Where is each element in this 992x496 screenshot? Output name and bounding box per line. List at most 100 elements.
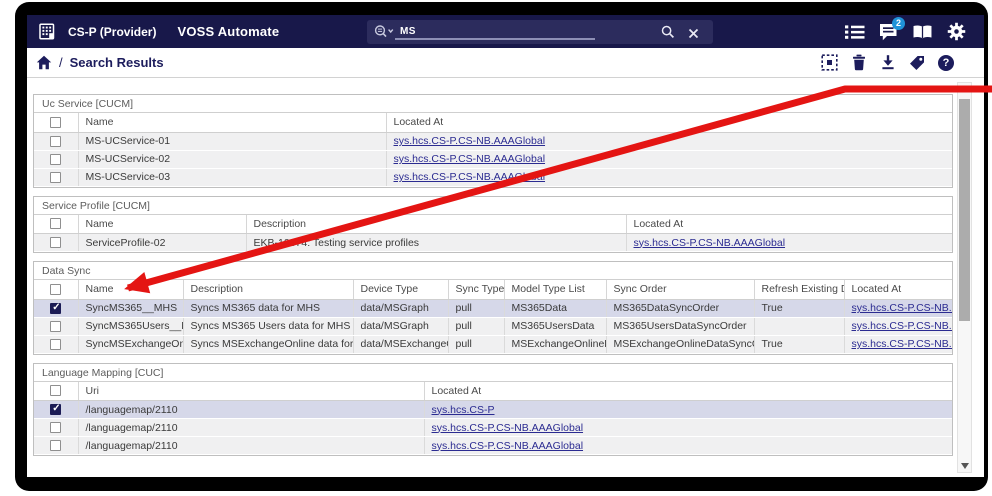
- row-checkbox[interactable]: [50, 422, 61, 433]
- organization-building-icon[interactable]: [39, 23, 59, 40]
- panel-title: Uc Service [CUCM]: [34, 95, 952, 113]
- column-header: Model Type List: [504, 280, 606, 299]
- panel-uc-service: Uc Service [CUCM] Name Located At MS-UCS…: [33, 94, 953, 188]
- panel-title: Language Mapping [CUC]: [34, 364, 952, 382]
- scrollbar-down-arrow-icon[interactable]: [961, 463, 969, 469]
- column-header: Name: [78, 215, 246, 234]
- row-checkbox[interactable]: [50, 136, 61, 147]
- delete-trash-icon[interactable]: [851, 54, 867, 71]
- column-header: Located At: [844, 280, 952, 299]
- vertical-scrollbar[interactable]: [957, 82, 972, 473]
- breadcrumb-separator: /: [59, 55, 63, 70]
- column-header: Description: [183, 280, 353, 299]
- search-results-content: Uc Service [CUCM] Name Located At MS-UCS…: [27, 78, 984, 477]
- table-row: MS-UCService-02 sys.hcs.CS-P.CS-NB.AAAGl…: [34, 150, 952, 168]
- row-checkbox[interactable]: [50, 237, 61, 248]
- row-checkbox[interactable]: [50, 154, 61, 165]
- select-all-checkbox[interactable]: [50, 218, 61, 229]
- cell-name: MS-UCService-01: [78, 132, 386, 150]
- column-header: Located At: [386, 113, 952, 132]
- clear-search-icon[interactable]: [688, 26, 699, 44]
- cell-sync-type: pull: [448, 317, 504, 335]
- cell-device-type: data/MSGraph: [353, 299, 448, 317]
- help-icon[interactable]: ?: [938, 55, 954, 71]
- located-at-link[interactable]: sys.hcs.CS-P.CS-NB.MHS: [852, 320, 953, 332]
- panel-language-mapping: Language Mapping [CUC] Uri Located At /l…: [33, 363, 953, 457]
- located-at-link[interactable]: sys.hcs.CS-P.CS-NB.AAAGlobal: [394, 153, 546, 165]
- panel-title: Data Sync: [34, 262, 952, 280]
- cell-name: SyncMS365__MHS: [78, 299, 183, 317]
- product-title: VOSS Automate: [177, 24, 279, 39]
- task-list-icon[interactable]: [845, 24, 865, 40]
- header-row: Name Located At: [34, 113, 952, 132]
- home-icon[interactable]: [36, 55, 52, 70]
- row-checkbox[interactable]: [50, 321, 61, 332]
- column-header: Uri: [78, 382, 424, 401]
- org-hierarchy-label[interactable]: CS-P (Provider): [68, 25, 156, 39]
- row-checkbox[interactable]: [50, 440, 61, 451]
- column-header: Device Type: [353, 280, 448, 299]
- page-title: Search Results: [70, 55, 164, 70]
- cell-name: ServiceProfile-02: [78, 234, 246, 252]
- cell-sync-order: MS365DataSyncOrder: [606, 299, 754, 317]
- cell-description: Syncs MSExchangeOnline data for MHS: [183, 335, 353, 353]
- table-row: MS-UCService-01 sys.hcs.CS-P.CS-NB.AAAGl…: [34, 132, 952, 150]
- header-row: Uri Located At: [34, 382, 952, 401]
- screenshot-stage: CS-P (Provider) VOSS Automate: [0, 0, 992, 496]
- column-header: Sync Type: [448, 280, 504, 299]
- table-row: /languagemap/2110 sys.hcs.CS-P.CS-NB.AAA…: [34, 419, 952, 437]
- located-at-link[interactable]: sys.hcs.CS-P.CS-NB.AAAGlobal: [634, 237, 786, 249]
- cell-name: MS-UCService-03: [78, 168, 386, 186]
- cell-description: Syncs MS365 Users data for MHS: [183, 317, 353, 335]
- cell-name: SyncMSExchangeOnline__MHS: [78, 335, 183, 353]
- located-at-link[interactable]: sys.hcs.CS-P.CS-NB.MHS: [852, 302, 953, 314]
- table-row: MS-UCService-03 sys.hcs.CS-P.CS-NB.AAAGl…: [34, 168, 952, 186]
- located-at-link[interactable]: sys.hcs.CS-P.CS-NB.MHS: [852, 338, 953, 350]
- panel-title: Service Profile [CUCM]: [34, 197, 952, 215]
- located-at-link[interactable]: sys.hcs.CS-P.CS-NB.AAAGlobal: [394, 171, 546, 183]
- located-at-link[interactable]: sys.hcs.CS-P.CS-NB.AAAGlobal: [432, 422, 584, 434]
- located-at-link[interactable]: sys.hcs.CS-P: [432, 404, 495, 416]
- column-header: Name: [78, 280, 183, 299]
- notification-count-badge: 2: [892, 17, 905, 30]
- global-search-box: [367, 20, 713, 44]
- select-all-checkbox[interactable]: [50, 284, 61, 295]
- search-scope-dropdown-icon[interactable]: [374, 24, 395, 40]
- cell-model-type-list: MS365UsersData: [504, 317, 606, 335]
- cell-sync-order: MSExchangeOnlineDataSyncOrder: [606, 335, 754, 353]
- panel-service-profile: Service Profile [CUCM] Name Description …: [33, 196, 953, 254]
- row-checkbox[interactable]: [50, 303, 61, 314]
- column-header: Name: [78, 113, 386, 132]
- documentation-book-icon[interactable]: [912, 24, 933, 40]
- cell-device-type: data/MSGraph: [353, 317, 448, 335]
- breadcrumb-toolbar: / Search Results: [27, 48, 984, 78]
- select-all-checkbox[interactable]: [50, 385, 61, 396]
- export-download-icon[interactable]: [880, 54, 896, 71]
- tag-icon[interactable]: [909, 55, 925, 71]
- settings-gear-icon[interactable]: [947, 22, 966, 41]
- table-row: SyncMSExchangeOnline__MHS Syncs MSExchan…: [34, 335, 952, 353]
- cell-model-type-list: MSExchangeOnlineData: [504, 335, 606, 353]
- select-all-icon[interactable]: [821, 54, 838, 71]
- cell-model-type-list: MS365Data: [504, 299, 606, 317]
- cell-description: EKB-10874: Testing service profiles: [246, 234, 626, 252]
- row-checkbox[interactable]: [50, 404, 61, 415]
- cell-uri: /languagemap/2110: [78, 437, 424, 455]
- scrollbar-thumb[interactable]: [959, 99, 970, 321]
- notifications-chat-icon[interactable]: 2: [879, 23, 898, 41]
- cell-description: Syncs MS365 data for MHS: [183, 299, 353, 317]
- cell-name: MS-UCService-02: [78, 150, 386, 168]
- located-at-link[interactable]: sys.hcs.CS-P.CS-NB.AAAGlobal: [394, 135, 546, 147]
- panel-data-sync: Data Sync Name Description Device Type S…: [33, 261, 953, 355]
- cell-refresh-existing: True: [754, 299, 844, 317]
- table-row: SyncMS365__MHS Syncs MS365 data for MHS …: [34, 299, 952, 317]
- search-icon[interactable]: [661, 25, 675, 44]
- header-row: Name Description Located At: [34, 215, 952, 234]
- row-checkbox[interactable]: [50, 172, 61, 183]
- select-all-checkbox[interactable]: [50, 117, 61, 128]
- column-header: Description: [246, 215, 626, 234]
- located-at-link[interactable]: sys.hcs.CS-P.CS-NB.AAAGlobal: [432, 440, 584, 452]
- cell-sync-order: MS365UsersDataSyncOrder: [606, 317, 754, 335]
- table-row: /languagemap/2110 sys.hcs.CS-P: [34, 401, 952, 419]
- row-checkbox[interactable]: [50, 339, 61, 350]
